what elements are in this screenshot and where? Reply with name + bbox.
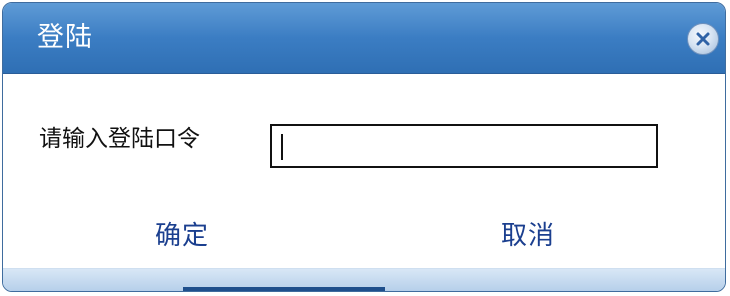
text-caret xyxy=(281,134,283,160)
password-prompt-label: 请输入登陆口令 xyxy=(39,126,200,152)
footer-accent-strip xyxy=(183,287,385,291)
dialog-footer xyxy=(3,268,725,291)
cancel-button[interactable]: 取消 xyxy=(501,221,555,251)
close-x-icon xyxy=(696,32,710,46)
close-button[interactable] xyxy=(687,23,719,55)
login-dialog: 登陆 请输入登陆口令 确定 取消 xyxy=(2,2,726,292)
dialog-title: 登陆 xyxy=(37,22,93,53)
dialog-titlebar: 登陆 xyxy=(3,3,725,74)
password-input[interactable] xyxy=(270,124,658,168)
ok-button[interactable]: 确定 xyxy=(155,221,209,251)
dialog-body: 请输入登陆口令 确定 取消 xyxy=(3,74,725,269)
